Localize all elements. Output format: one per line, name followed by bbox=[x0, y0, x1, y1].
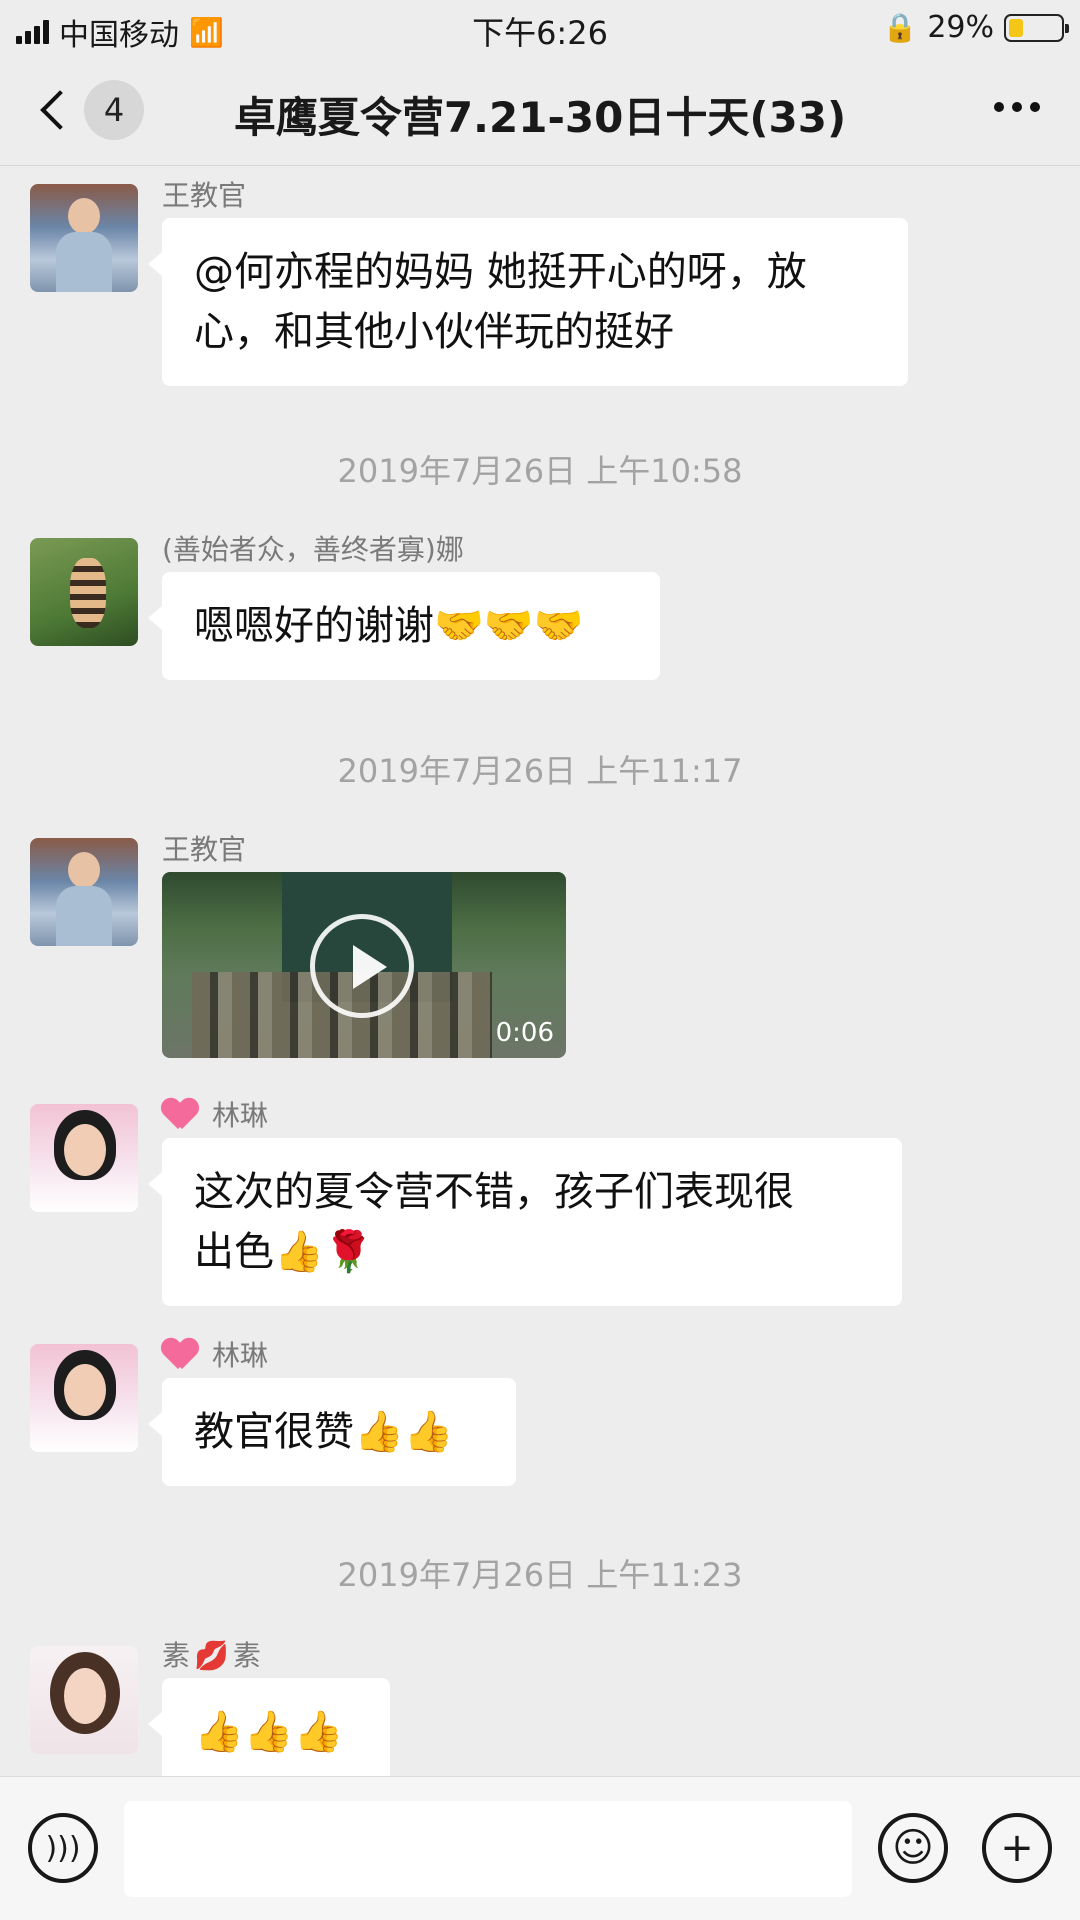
avatar-wang[interactable] bbox=[30, 838, 138, 946]
message-bubble[interactable]: @何亦程的妈妈 她挺开心的呀，放 心，和其他小伙伴玩的挺好 bbox=[148, 218, 908, 386]
play-icon[interactable] bbox=[310, 914, 414, 1018]
message-bubble[interactable]: 教官很赞👍👍 bbox=[148, 1378, 516, 1486]
heart-gift-icon bbox=[162, 1339, 198, 1371]
sender-name-part: 素 bbox=[162, 1639, 191, 1672]
battery-percent: 29% bbox=[927, 10, 994, 45]
more-dot-icon bbox=[1030, 102, 1040, 112]
message-bubble[interactable]: 嗯嗯好的谢谢🤝🤝🤝 bbox=[148, 572, 660, 680]
input-bar: ))) ☺ + bbox=[0, 1776, 1080, 1920]
sender-name: 林琳 bbox=[212, 1099, 269, 1132]
sender-name: (善始者众，善终者寡)娜 bbox=[162, 533, 464, 566]
message-text: 👍👍👍 bbox=[194, 1709, 344, 1755]
avatar-susu[interactable] bbox=[30, 1646, 138, 1754]
timestamp: 2019年7月26日 上午11:23 bbox=[337, 1556, 743, 1594]
avatar-wang[interactable] bbox=[30, 184, 138, 292]
nav-bar: 4 卓鹰夏令营7.21-30日十天(33) bbox=[0, 54, 1080, 166]
avatar-na[interactable] bbox=[30, 538, 138, 646]
battery-icon bbox=[1004, 13, 1069, 42]
avatar-linlin[interactable] bbox=[30, 1344, 138, 1452]
more-dot-icon bbox=[994, 102, 1004, 112]
status-bar: 中国移动 📶 下午6:26 🔒 29% bbox=[0, 0, 1080, 54]
emoji-icon: ☺ bbox=[892, 1825, 934, 1871]
voice-icon: ))) bbox=[45, 1830, 81, 1866]
message-bubble[interactable]: 这次的夏令营不错，孩子们表现很 出色👍🌹 bbox=[148, 1138, 902, 1306]
message-line: 出色👍🌹 bbox=[194, 1229, 374, 1275]
video-duration: 0:06 bbox=[495, 1018, 554, 1048]
more-options-button[interactable] bbox=[994, 102, 1040, 112]
message-line: 心，和其他小伙伴玩的挺好 bbox=[194, 309, 674, 355]
sender-name: 王教官 bbox=[162, 833, 247, 866]
timestamp: 2019年7月26日 上午11:17 bbox=[337, 752, 743, 790]
timestamp: 2019年7月26日 上午10:58 bbox=[337, 452, 743, 490]
heart-gift-icon bbox=[162, 1099, 198, 1131]
message-line: 这次的夏令营不错，孩子们表现很 bbox=[194, 1169, 794, 1215]
sender-name-row: 林琳 bbox=[162, 1094, 268, 1134]
sender-name-part: 素 bbox=[232, 1639, 261, 1672]
voice-button[interactable]: ))) bbox=[28, 1813, 98, 1883]
message-text: 教官很赞👍👍 bbox=[194, 1409, 454, 1455]
rotation-lock-icon: 🔒 bbox=[882, 11, 918, 44]
plus-icon: + bbox=[1000, 1825, 1034, 1871]
battery-fill bbox=[1009, 18, 1023, 37]
sender-name: 王教官 bbox=[162, 179, 247, 212]
more-dot-icon bbox=[1012, 102, 1022, 112]
message-text: 嗯嗯好的谢谢🤝🤝🤝 bbox=[194, 603, 584, 649]
chat-title: 卓鹰夏令营7.21-30日十天(33) bbox=[233, 93, 847, 142]
message-line: @何亦程的妈妈 她挺开心的呀，放 bbox=[194, 249, 807, 295]
sender-name: 林琳 bbox=[212, 1339, 269, 1372]
sender-name-row: 素 💋 素 bbox=[162, 1634, 261, 1674]
lips-icon: 💋 bbox=[194, 1639, 229, 1672]
emoji-button[interactable]: ☺ bbox=[878, 1813, 948, 1883]
plus-button[interactable]: + bbox=[982, 1813, 1052, 1883]
video-message[interactable]: 0:06 bbox=[162, 872, 566, 1058]
avatar-linlin[interactable] bbox=[30, 1104, 138, 1212]
message-input[interactable] bbox=[124, 1801, 852, 1897]
sender-name-row: 林琳 bbox=[162, 1334, 268, 1374]
status-right: 🔒 29% bbox=[882, 10, 1069, 45]
